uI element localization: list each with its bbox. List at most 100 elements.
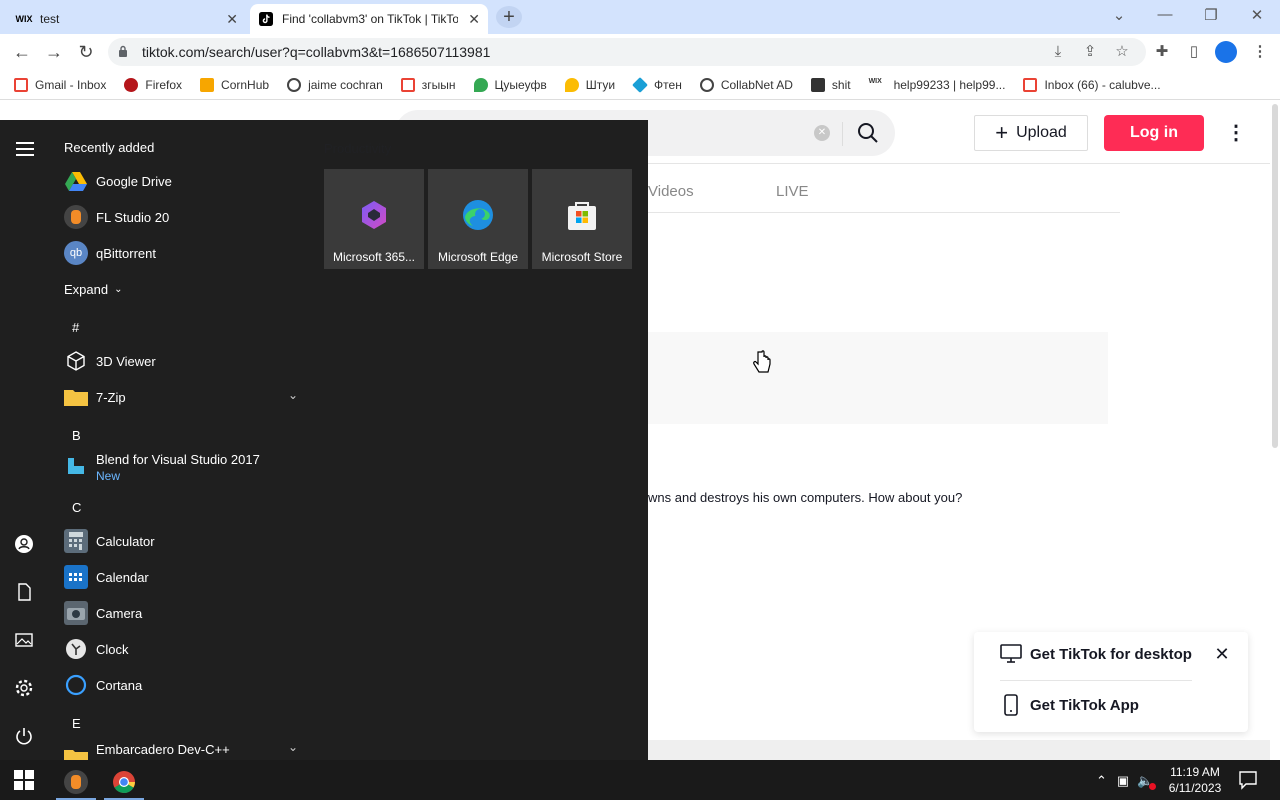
group-letter[interactable]: E (72, 716, 81, 731)
edge-icon (463, 200, 493, 230)
minimize-button[interactable]: — (1142, 6, 1188, 23)
get-app-link[interactable]: Get TikTok App (1000, 694, 1139, 716)
chrome-icon (113, 771, 135, 793)
install-app-icon[interactable]: ⤓ (1048, 42, 1068, 62)
bookmark-item[interactable]: CollabNet AD (699, 78, 793, 92)
close-tab-icon[interactable]: ✕ (468, 11, 480, 28)
login-button[interactable]: Log in (1104, 115, 1204, 151)
app-camera[interactable]: Camera (64, 597, 142, 629)
network-icon[interactable]: ▣ (1117, 773, 1129, 789)
app-calculator[interactable]: Calculator (64, 525, 155, 557)
hamburger-menu-icon[interactable] (16, 142, 34, 156)
fl-studio-icon (64, 205, 88, 229)
app-google-drive[interactable]: Google Drive (64, 165, 172, 197)
back-arrow-icon[interactable]: ← (12, 42, 32, 62)
app-embarcadero-devcpp[interactable]: Embarcadero Dev-C++ (64, 737, 230, 760)
bookmark-item[interactable]: Штуи (564, 78, 615, 92)
tab-tiktok-search[interactable]: Find 'collabvm3' on TikTok | TikTo ✕ (250, 4, 488, 34)
tab-live[interactable]: LIVE (776, 183, 809, 200)
taskbar-clock[interactable]: 11:19 AM 6/11/2023 (1166, 764, 1224, 796)
new-tab-button[interactable]: + (496, 6, 522, 28)
chevron-down-icon[interactable]: ⌄ (288, 740, 298, 754)
notification-center-icon[interactable] (1238, 770, 1258, 790)
chrome-menu-icon[interactable]: ⋮ (1250, 42, 1270, 62)
user-result-card[interactable] (648, 332, 1108, 424)
bookmark-item[interactable]: Firefox (124, 78, 182, 92)
bookmark-item[interactable]: Фтен (632, 77, 682, 93)
bookmark-item[interactable]: Inbox (66) - calubve... (1023, 78, 1161, 92)
ch-icon (200, 78, 215, 92)
tab-videos[interactable]: Videos (648, 183, 694, 200)
side-panel-icon[interactable]: ▯ (1184, 42, 1204, 62)
close-popup-icon[interactable]: ✕ (1214, 645, 1230, 663)
bookmark-item[interactable]: Цуыеуфв (473, 78, 547, 92)
gmail-icon (14, 78, 28, 92)
tile-microsoft-edge[interactable]: Microsoft Edge (428, 169, 528, 269)
popup-divider (1000, 680, 1192, 681)
address-bar[interactable]: tiktok.com/search/user?q=collabvm3&t=168… (108, 38, 1146, 66)
globe-icon (699, 78, 714, 92)
reload-icon[interactable]: ↻ (76, 42, 96, 62)
app-fl-studio[interactable]: FL Studio 20 (64, 201, 169, 233)
close-window-button[interactable]: ✕ (1234, 6, 1280, 24)
tile-microsoft-365[interactable]: Microsoft 365... (324, 169, 424, 269)
expand-button[interactable]: Expand ⌄ (64, 273, 122, 305)
bookmark-item[interactable]: shit (810, 78, 851, 92)
group-letter[interactable]: B (72, 428, 81, 443)
lock-icon[interactable] (118, 45, 128, 57)
tab-search-chevron-icon[interactable]: ⌄ (1096, 6, 1142, 24)
google-drive-icon (64, 169, 88, 193)
app-7zip[interactable]: 7-Zip (64, 381, 126, 413)
close-tab-icon[interactable]: ✕ (226, 11, 238, 28)
more-options-icon[interactable]: ⋮ (1226, 120, 1246, 144)
user-account-icon[interactable] (14, 534, 34, 554)
rfs-icon (810, 78, 825, 92)
restore-button[interactable]: ❐ (1188, 6, 1234, 24)
bookmark-item[interactable]: WIX help99233 | help99... (869, 78, 1006, 92)
app-clock[interactable]: Clock (64, 633, 129, 665)
share-icon[interactable]: ⇪ (1080, 42, 1100, 62)
forward-arrow-icon[interactable]: → (44, 42, 64, 62)
extensions-puzzle-icon[interactable]: ✚ (1152, 42, 1172, 62)
windows-start-icon[interactable] (14, 770, 34, 790)
recently-added-heading: Recently added (64, 140, 155, 155)
get-desktop-link[interactable]: Get TikTok for desktop (1000, 644, 1192, 664)
bookmark-item[interactable]: jaime cochran (287, 78, 383, 92)
folder-icon (64, 745, 88, 760)
volume-muted-icon[interactable]: 🔈 (1137, 773, 1157, 790)
chevron-down-icon[interactable]: ⌄ (288, 388, 298, 402)
documents-icon[interactable] (14, 582, 34, 602)
profile-avatar[interactable] (1215, 41, 1237, 63)
power-icon[interactable] (14, 726, 34, 746)
show-hidden-icons-chevron-icon[interactable]: ⌃ (1096, 773, 1107, 789)
tile-microsoft-store[interactable]: Microsoft Store (532, 169, 632, 269)
scrollbar-thumb[interactable] (1272, 104, 1278, 448)
tab-test[interactable]: WIX test ✕ (8, 4, 246, 34)
bookmark-item[interactable]: Gmail - Inbox (14, 78, 106, 92)
folder-icon (64, 385, 88, 409)
pictures-icon[interactable] (14, 630, 34, 650)
app-3d-viewer[interactable]: 3D Viewer (64, 345, 156, 377)
cube-icon (64, 349, 88, 373)
app-blend-vs2017[interactable]: Blend for Visual Studio 2017 New (64, 452, 260, 488)
bookmark-item[interactable]: згыын (400, 78, 456, 92)
user-bio-text: wns and destroys his own computers. How … (648, 490, 963, 505)
taskbar-fl-studio[interactable] (56, 764, 96, 800)
group-letter[interactable]: # (72, 320, 79, 335)
monitor-icon (1000, 644, 1022, 663)
search-icon[interactable] (856, 121, 880, 145)
store-icon (568, 202, 596, 230)
group-letter[interactable]: C (72, 500, 81, 515)
app-cortana[interactable]: Cortana (64, 669, 142, 701)
bookmark-item[interactable]: CornHub (200, 78, 269, 92)
settings-gear-icon[interactable] (14, 678, 34, 698)
app-qbittorrent[interactable]: qb qBittorrent (64, 237, 156, 269)
upload-button[interactable]: + Upload (974, 115, 1088, 151)
app-calendar[interactable]: Calendar (64, 561, 149, 593)
bookmark-star-icon[interactable]: ☆ (1112, 42, 1132, 62)
cortana-icon (64, 673, 88, 697)
clear-search-icon[interactable]: ✕ (814, 125, 830, 141)
bookmarks-list: Gmail - Inbox Firefox CornHub jaime coch… (14, 70, 1179, 100)
taskbar-chrome[interactable] (104, 764, 144, 800)
productivity-heading: Productivity (324, 141, 392, 156)
